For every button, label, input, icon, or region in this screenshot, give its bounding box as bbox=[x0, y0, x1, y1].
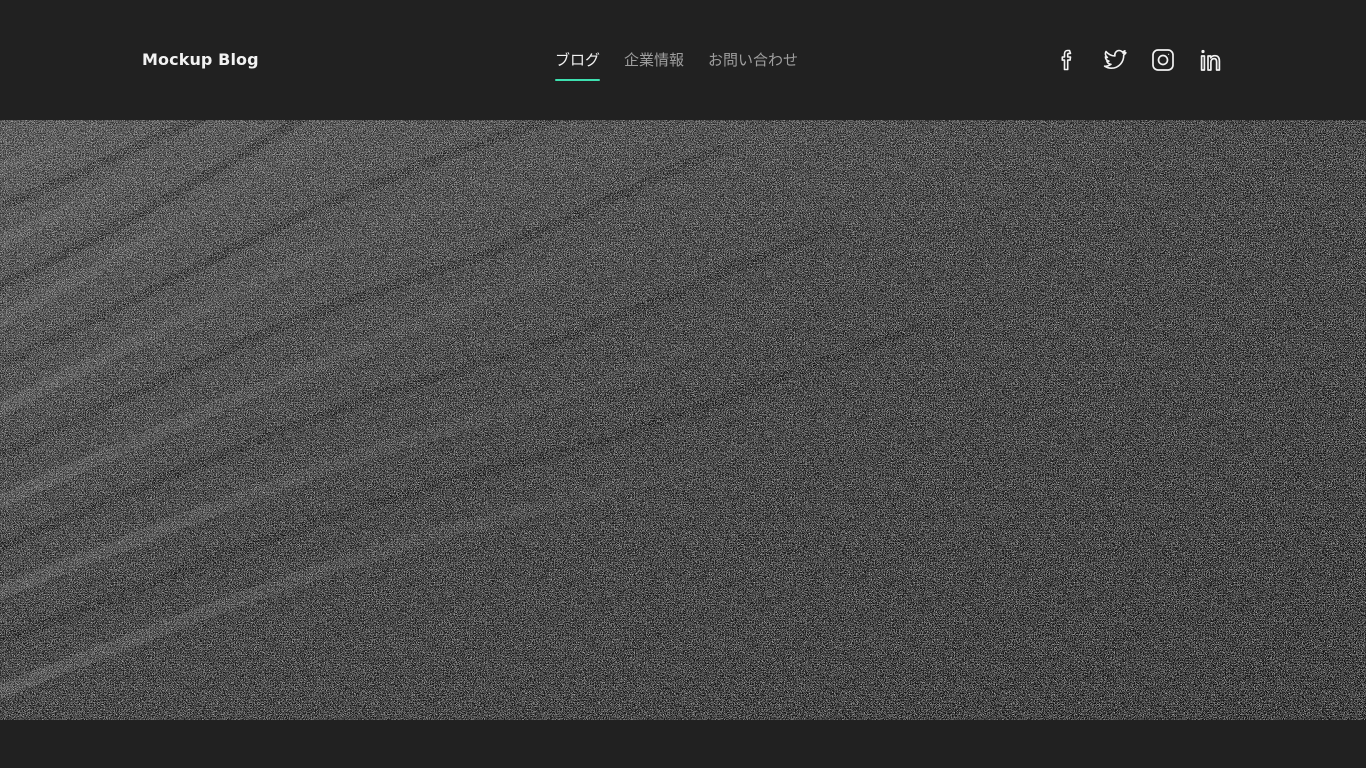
instagram-icon bbox=[1152, 49, 1174, 71]
nav-item-contact[interactable]: お問い合わせ bbox=[708, 49, 798, 81]
page-bottom-band bbox=[0, 720, 1366, 768]
facebook-icon bbox=[1061, 49, 1072, 71]
site-header: Mockup Blog ブログ 企業情報 お問い合わせ bbox=[0, 0, 1366, 120]
twitter-icon bbox=[1103, 49, 1127, 69]
main-nav: ブログ 企業情報 お問い合わせ bbox=[555, 49, 798, 83]
nav-item-blog[interactable]: ブログ bbox=[555, 49, 601, 81]
hero-image bbox=[0, 120, 1366, 720]
social-links bbox=[1055, 47, 1223, 73]
facebook-link[interactable] bbox=[1055, 47, 1079, 73]
sand-texture-image bbox=[0, 120, 1366, 720]
site-logo-link[interactable]: Mockup Blog bbox=[142, 49, 259, 71]
twitter-link[interactable] bbox=[1103, 47, 1127, 73]
linkedin-icon bbox=[1200, 49, 1221, 71]
nav-item-company[interactable]: 企業情報 bbox=[624, 49, 684, 81]
instagram-link[interactable] bbox=[1151, 47, 1175, 73]
linkedin-link[interactable] bbox=[1199, 47, 1223, 73]
